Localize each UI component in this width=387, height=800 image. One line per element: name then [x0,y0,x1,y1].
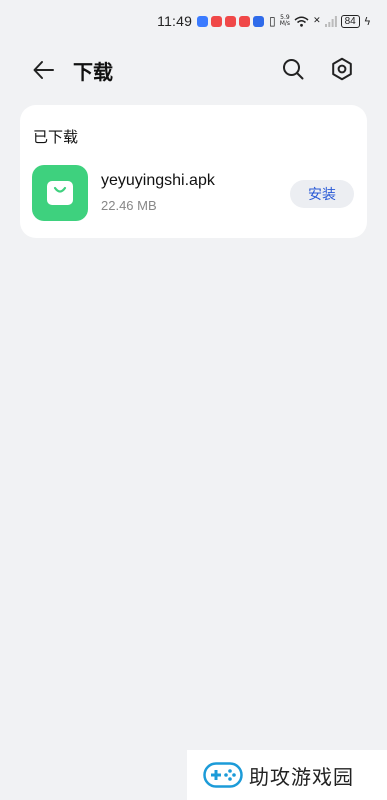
downloaded-card: 已下载 yeyuyingshi.apk 22.46 MB 安装 [20,105,367,238]
network-speed-unit: M/s [279,20,291,27]
search-icon[interactable] [281,57,305,81]
charging-icon: ϟ [363,14,371,28]
app-notification-icon [225,15,237,27]
network-speed: 5.9 M/s [280,15,290,27]
system-icons: ▯ 5.9 M/s ✕ 84 ϟ [269,14,371,28]
back-arrow-icon[interactable] [32,58,56,82]
watermark-text: 助攻游戏园 [249,764,354,789]
download-item[interactable]: yeyuyingshi.apk 22.46 MB 安装 [20,163,367,223]
title-bar: 下载 [0,52,387,88]
battery-indicator: 84 [340,14,360,28]
status-time: 11:49 [157,13,193,29]
gear-icon[interactable] [330,57,354,81]
signal-icon [324,15,337,27]
notification-icons [197,15,265,27]
watermark: 助攻游戏园 [187,750,387,800]
shopping-bag-icon [32,165,88,221]
section-title: 已下载 [33,128,79,146]
wifi-icon [294,16,309,27]
app-notification-icon [239,15,251,27]
install-button[interactable]: 安装 [290,180,354,208]
vibrate-icon: ▯ [269,14,276,28]
app-notification-icon [253,15,265,27]
file-size: 22.46 MB [101,198,157,213]
gamepad-logo-icon [203,762,243,788]
app-notification-icon [211,15,223,27]
file-name: yeyuyingshi.apk [101,172,215,189]
status-bar-right: 11:49 ▯ 5.9 M/s ✕ 84 ϟ [157,13,371,29]
no-signal-icon: ✕ [313,16,321,26]
page-title: 下载 [73,60,113,84]
app-notification-icon [197,15,209,27]
status-bar: 11:49 ▯ 5.9 M/s ✕ 84 ϟ [0,0,387,44]
